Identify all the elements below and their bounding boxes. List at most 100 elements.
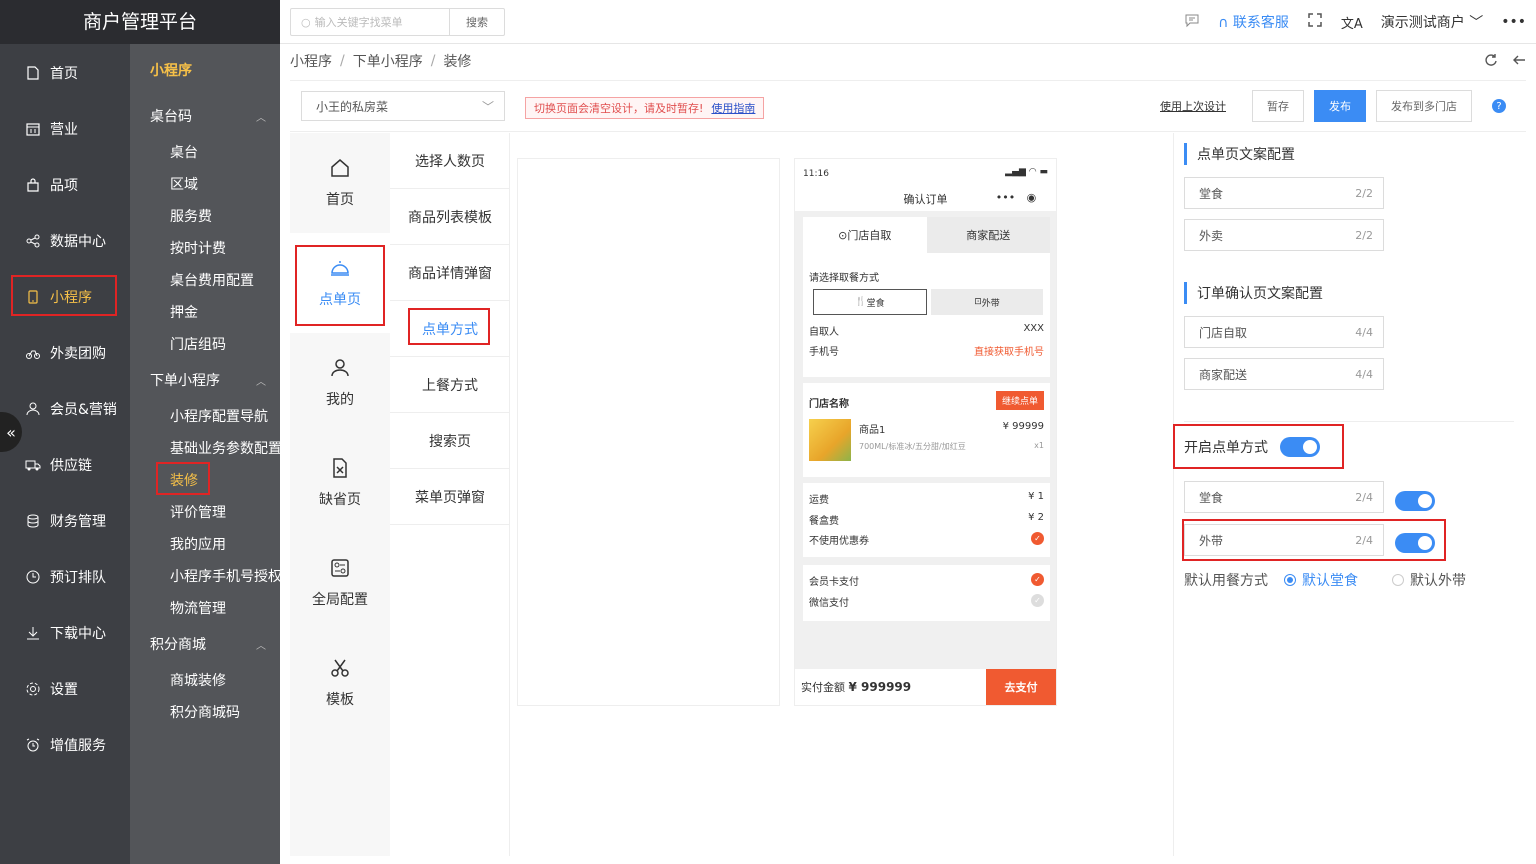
alarm-icon <box>24 736 42 754</box>
back-arrow-icon[interactable] <box>1512 52 1526 71</box>
translate-icon[interactable]: 文A <box>1341 13 1363 32</box>
chevron-up-icon: ︿ <box>256 112 266 124</box>
nav-item-business[interactable]: 营业 <box>0 109 130 149</box>
subnav-item[interactable]: 商城装修 <box>170 670 226 690</box>
nav-item-supply[interactable]: 供应链 <box>0 445 130 485</box>
subpage-search[interactable]: 搜索页 <box>390 413 510 469</box>
nav-item-value-added[interactable]: 增值服务 <box>0 725 130 765</box>
box-fee-row: 餐盒费 ¥ 2 <box>809 512 1044 527</box>
brand-title: 商户管理平台 <box>0 0 280 44</box>
action-buttons: 使用上次设计 暂存 发布 发布到多门店 ? <box>1160 90 1506 122</box>
store-select[interactable]: 小王的私房菜 ﹀ <box>301 91 505 121</box>
subnav-group-order-miniprogram[interactable]: 下单小程序 ︿ <box>150 370 266 390</box>
mode-dine-in-input[interactable]: 堂食 2/4 <box>1184 481 1384 513</box>
dine-in-toggle[interactable] <box>1395 491 1435 511</box>
dine-in-text-input[interactable]: 堂食 2/2 <box>1184 177 1384 209</box>
subnav-item[interactable]: 评价管理 <box>170 502 226 522</box>
message-icon[interactable] <box>1184 12 1200 32</box>
page-list: 首页 点单页 我的 缺省页 全局配置 模板 <box>290 133 390 856</box>
guide-link[interactable]: 使用指南 <box>711 100 755 116</box>
page-label: 首页 <box>326 192 354 208</box>
nav-item-download[interactable]: 下载中心 <box>0 613 130 653</box>
char-count: 2/2 <box>1355 186 1373 200</box>
nav-item-reservation[interactable]: 预订排队 <box>0 557 130 597</box>
subpage-product-list[interactable]: 商品列表模板 <box>390 189 510 245</box>
check-icon: ✓ <box>1031 532 1044 545</box>
radio-default-takeaway[interactable] <box>1392 574 1404 586</box>
user-icon <box>24 400 42 418</box>
merchant-dropdown[interactable]: 演示测试商户 ﹀ <box>1381 12 1483 32</box>
field-value: 堂食 <box>1199 490 1224 505</box>
subnav-title: 小程序 <box>150 63 192 79</box>
subpage-serve-mode[interactable]: 上餐方式 <box>390 357 510 413</box>
breadcrumb-sep: / <box>430 53 436 69</box>
subnav-item[interactable]: 门店组码 <box>170 334 226 354</box>
merchant-delivery-text-input[interactable]: 商家配送 4/4 <box>1184 358 1384 390</box>
row-label: 自取人 <box>809 327 839 338</box>
subnav-item[interactable]: 积分商城码 <box>170 702 240 722</box>
use-last-design-link[interactable]: 使用上次设计 <box>1160 98 1226 114</box>
subnav-item[interactable]: 区域 <box>170 174 198 194</box>
breadcrumb-sep: / <box>340 53 345 69</box>
nav-label: 会员&营销 <box>50 402 117 418</box>
char-count: 4/4 <box>1355 367 1373 381</box>
subnav-item[interactable]: 桌台费用配置 <box>170 270 254 290</box>
page-default[interactable]: 缺省页 <box>290 433 390 533</box>
customer-service-link[interactable]: ∩ 联系客服 <box>1218 12 1289 32</box>
menu-search-input[interactable]: ○ 输入关键字找菜单 <box>290 8 450 36</box>
nav-item-items[interactable]: 品项 <box>0 165 130 205</box>
page-global-config[interactable]: 全局配置 <box>290 533 390 633</box>
store-name: 小王的私房菜 <box>316 99 389 114</box>
nav-label: 财务管理 <box>50 514 106 530</box>
subnav-item[interactable]: 小程序配置导航 <box>170 406 268 426</box>
highlight-box <box>408 308 490 345</box>
page-template[interactable]: 模板 <box>290 633 390 733</box>
subnav-item[interactable]: 按时计费 <box>170 238 226 258</box>
help-icon[interactable]: ? <box>1492 99 1506 113</box>
subpage-select-people[interactable]: 选择人数页 <box>390 133 510 189</box>
publish-multi-store-button[interactable]: 发布到多门店 <box>1376 90 1472 122</box>
subnav-item[interactable]: 小程序手机号授权 <box>170 566 280 586</box>
subnav-item[interactable]: 物流管理 <box>170 598 226 618</box>
nav-item-finance[interactable]: 财务管理 <box>0 501 130 541</box>
search-button[interactable]: 搜索 <box>449 8 505 36</box>
nav-item-home[interactable]: 首页 <box>0 53 130 93</box>
save-draft-button[interactable]: 暂存 <box>1252 90 1304 122</box>
warning-text: 切换页面会清空设计，请及时暂存! <box>534 102 704 115</box>
radio-default-dine-in[interactable] <box>1284 574 1296 586</box>
tab-label: 门店自取 <box>847 229 892 242</box>
subnav-item[interactable]: 服务费 <box>170 206 212 226</box>
subnav-group-table-code[interactable]: 桌台码 ︿ <box>150 106 266 126</box>
tab-pickup: ⊙ 门店自取 <box>803 217 927 253</box>
delivery-text-input[interactable]: 外卖 2/2 <box>1184 219 1384 251</box>
page-home[interactable]: 首页 <box>290 133 390 233</box>
highlight-box <box>1182 519 1446 561</box>
subpage-menu-popup[interactable]: 菜单页弹窗 <box>390 469 510 525</box>
field-value: 商家配送 <box>1199 367 1248 382</box>
breadcrumb-item[interactable]: 小程序 <box>290 51 332 71</box>
subnav-item[interactable]: 我的应用 <box>170 534 226 554</box>
nav-item-delivery[interactable]: 外卖团购 <box>0 333 130 373</box>
row-label: 餐盒费 <box>809 516 839 527</box>
more-icon: ••• <box>995 190 1016 204</box>
row-label: 会员卡支付 <box>809 577 859 588</box>
coupon-row: 不使用优惠券 ✓ <box>809 532 1044 547</box>
pickup-text-input[interactable]: 门店自取 4/4 <box>1184 316 1384 348</box>
publish-button[interactable]: 发布 <box>1314 90 1366 122</box>
fullscreen-icon[interactable] <box>1307 12 1323 32</box>
subnav-item[interactable]: 基础业务参数配置 <box>170 438 280 458</box>
group-label: 下单小程序 <box>150 373 220 389</box>
breadcrumb-item[interactable]: 下单小程序 <box>353 51 423 71</box>
subnav-item[interactable]: 桌台 <box>170 142 198 162</box>
nav-item-settings[interactable]: 设置 <box>0 669 130 709</box>
subnav-group-points-mall[interactable]: 积分商城 ︿ <box>150 634 266 654</box>
row-label: 不使用优惠券 <box>809 536 869 547</box>
subnav-item[interactable]: 押金 <box>170 302 198 322</box>
nav-item-data[interactable]: 数据中心 <box>0 221 130 261</box>
page-mine[interactable]: 我的 <box>290 333 390 433</box>
more-icon[interactable]: ••• <box>1501 14 1526 30</box>
nav-label: 预订排队 <box>50 570 106 586</box>
subpage-product-detail[interactable]: 商品详情弹窗 <box>390 245 510 301</box>
freight-row: 运费 ¥ 1 <box>809 491 1044 506</box>
refresh-icon[interactable] <box>1484 52 1498 71</box>
